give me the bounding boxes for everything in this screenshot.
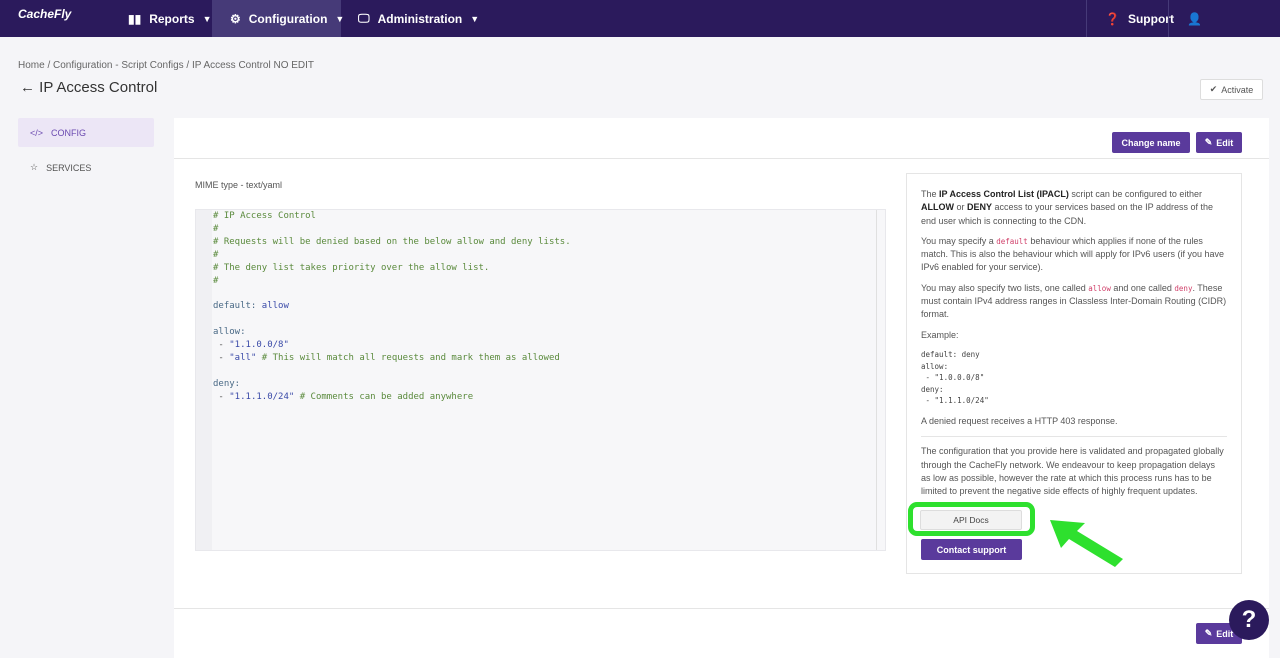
check-circle-icon: ✔ <box>1209 84 1218 94</box>
help-lists: You may also specify two lists, one call… <box>921 282 1227 320</box>
star-icon: ☆ <box>30 162 39 172</box>
help-propagation: The configuration that you provide here … <box>921 446 1224 497</box>
edit-button[interactable]: ✎ Edit <box>1196 132 1242 153</box>
change-name-button[interactable]: Change name <box>1112 132 1190 153</box>
chart-icon: ▮▮ <box>128 11 142 26</box>
example-label: Example: <box>921 329 959 340</box>
help-intro: The IP Access Control List (IPACL) scrip… <box>921 189 1213 226</box>
chevron-down-icon: ▼ <box>470 13 480 24</box>
help-default: You may specify a default behaviour whic… <box>921 235 1224 273</box>
monitor-icon: 🖵 <box>358 11 370 25</box>
help-403: A denied request receives a HTTP 403 res… <box>921 415 1118 426</box>
breadcrumb[interactable]: Home / Configuration - Script Configs / … <box>18 60 314 71</box>
editor-gutter <box>196 210 212 550</box>
highlight-annotation <box>908 502 1035 536</box>
nav-configuration[interactable]: ⚙ Configuration ▼ <box>212 0 344 37</box>
green-arrow-icon <box>1050 520 1123 567</box>
pencil-icon: ✎ <box>1204 628 1213 638</box>
chevron-down-icon: ▼ <box>202 13 212 24</box>
gear-icon: ⚙ <box>230 11 241 26</box>
sidebar-item-config[interactable]: </> CONFIG <box>18 118 154 147</box>
page-title: ← IP Access Control <box>20 79 158 96</box>
cachefly-logo[interactable]: CacheFly <box>18 7 71 21</box>
top-nav: CacheFly ▮▮ Reports ▼ ⚙ Configuration ▼ 🖵 Adm… <box>0 0 1280 37</box>
user-icon: 👤 <box>1187 11 1202 26</box>
divider <box>174 158 1269 159</box>
sidebar-item-services[interactable]: ☆ SERVICES <box>18 153 154 182</box>
back-arrow-icon[interactable]: ← <box>20 79 39 96</box>
contact-support-button[interactable]: Contact support <box>921 539 1022 560</box>
code-content: # IP Access Control # # Requests will be… <box>213 211 571 402</box>
divider <box>174 608 1269 609</box>
example-code: default: deny allow: - "1.0.0.0/8" deny:… <box>921 349 989 406</box>
help-fab-button[interactable]: ? <box>1229 600 1269 640</box>
code-icon: </> <box>30 127 44 138</box>
help-circle-icon: ❓ <box>1105 11 1120 26</box>
pencil-icon: ✎ <box>1204 137 1213 147</box>
user-menu[interactable]: 👤 <box>1168 0 1205 37</box>
editor-scrollbar[interactable] <box>876 210 885 550</box>
activate-button[interactable]: ✔ Activate <box>1200 79 1263 100</box>
code-editor[interactable]: # IP Access Control # # Requests will be… <box>195 209 886 551</box>
mime-type: MIME type - text/yaml <box>195 180 283 190</box>
nav-administration[interactable]: 🖵 Administration ▼ <box>340 0 497 37</box>
